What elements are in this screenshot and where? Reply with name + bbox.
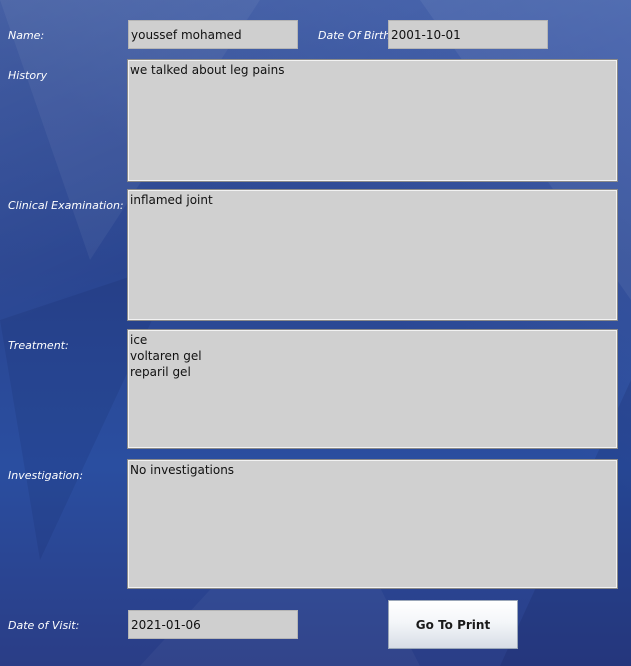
go-to-print-button[interactable]: Go To Print — [388, 600, 518, 649]
treatment-label: Treatment: — [8, 339, 69, 352]
visit-date-label: Date of Visit: — [8, 619, 80, 632]
clinical-examination-label: Clinical Examination: — [8, 199, 124, 212]
dob-field[interactable]: 2001-10-01 — [388, 20, 548, 49]
name-field[interactable]: youssef mohamed — [128, 20, 298, 49]
history-label: History — [8, 69, 48, 82]
investigation-textarea[interactable]: No investigations — [127, 459, 618, 589]
dob-label: Date Of Birth — [318, 29, 391, 42]
investigation-label: Investigation: — [8, 469, 84, 482]
visit-date-field[interactable]: 2021-01-06 — [128, 610, 298, 639]
clinical-examination-textarea[interactable]: inflamed joint — [127, 189, 618, 321]
treatment-textarea[interactable]: ice voltaren gel reparil gel — [127, 329, 618, 449]
name-label: Name: — [8, 29, 45, 42]
history-textarea[interactable]: we talked about leg pains — [127, 59, 618, 182]
